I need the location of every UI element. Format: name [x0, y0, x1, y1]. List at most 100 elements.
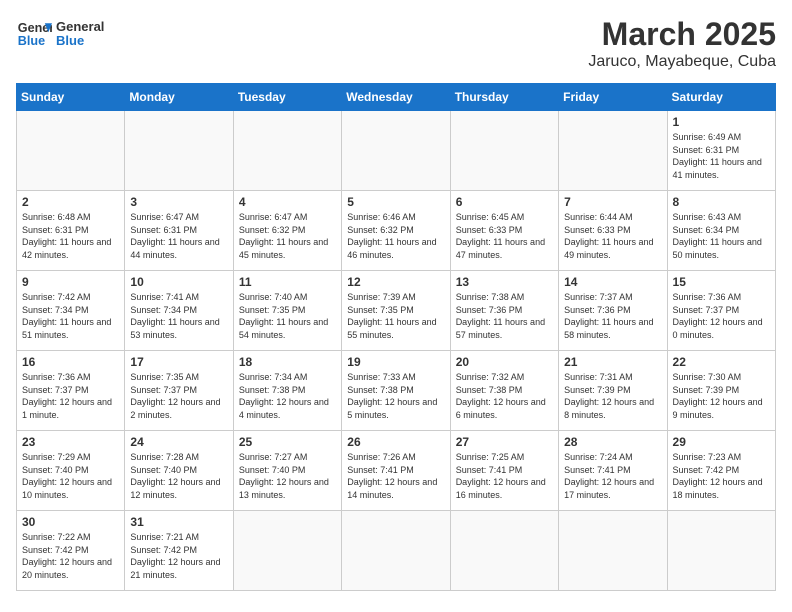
- calendar-cell: 26 Sunrise: 7:26 AM Sunset: 7:41 PM Dayli…: [342, 431, 450, 511]
- logo-icon: General Blue: [16, 16, 52, 52]
- calendar-cell: [342, 511, 450, 591]
- day-info: Sunrise: 6:46 AM Sunset: 6:32 PM Dayligh…: [347, 211, 444, 261]
- calendar-cell: 8Sunrise: 6:43 AM Sunset: 6:34 PM Daylig…: [667, 191, 775, 271]
- day-info: Sunrise: 7:27 AM Sunset: 7:40 PM Dayligh…: [239, 451, 336, 501]
- day-number: 17: [130, 355, 227, 369]
- calendar-cell: [450, 111, 558, 191]
- day-number: 3: [130, 195, 227, 209]
- logo-general: General: [56, 20, 104, 34]
- calendar-cell: 4 Sunrise: 6:47 AM Sunset: 6:32 PM Daylig…: [233, 191, 341, 271]
- calendar-cell: 31Sunrise: 7:21 AM Sunset: 7:42 PM Dayli…: [125, 511, 233, 591]
- calendar-cell: [342, 111, 450, 191]
- header-saturday: Saturday: [667, 84, 775, 111]
- day-info: Sunrise: 7:31 AM Sunset: 7:39 PM Dayligh…: [564, 371, 661, 421]
- calendar-cell: 24Sunrise: 7:28 AM Sunset: 7:40 PM Dayli…: [125, 431, 233, 511]
- day-number: 27: [456, 435, 553, 449]
- day-info: Sunrise: 6:45 AM Sunset: 6:33 PM Dayligh…: [456, 211, 553, 261]
- calendar-cell: [233, 111, 341, 191]
- day-info: Sunrise: 6:48 AM Sunset: 6:31 PM Dayligh…: [22, 211, 119, 261]
- calendar-cell: [667, 511, 775, 591]
- day-number: 9: [22, 275, 119, 289]
- calendar-cell: 18 Sunrise: 7:34 AM Sunset: 7:38 PM Dayli…: [233, 351, 341, 431]
- day-number: 25: [239, 435, 336, 449]
- calendar-cell: 23 Sunrise: 7:29 AM Sunset: 7:40 PM Dayli…: [17, 431, 125, 511]
- logo-blue: Blue: [56, 34, 104, 48]
- day-info: Sunrise: 7:22 AM Sunset: 7:42 PM Dayligh…: [22, 531, 119, 581]
- day-number: 31: [130, 515, 227, 529]
- calendar-cell: 30Sunrise: 7:22 AM Sunset: 7:42 PM Dayli…: [17, 511, 125, 591]
- header-thursday: Thursday: [450, 84, 558, 111]
- day-number: 13: [456, 275, 553, 289]
- calendar-cell: 16 Sunrise: 7:36 AM Sunset: 7:37 PM Dayli…: [17, 351, 125, 431]
- calendar-cell: 14 Sunrise: 7:37 AM Sunset: 7:36 PM Dayli…: [559, 271, 667, 351]
- day-info: Sunrise: 6:47 AM Sunset: 6:32 PM Dayligh…: [239, 211, 336, 261]
- week-row-5: 23 Sunrise: 7:29 AM Sunset: 7:40 PM Dayli…: [17, 431, 776, 511]
- calendar-cell: 28 Sunrise: 7:24 AM Sunset: 7:41 PM Dayli…: [559, 431, 667, 511]
- day-number: 10: [130, 275, 227, 289]
- header-tuesday: Tuesday: [233, 84, 341, 111]
- calendar-cell: 22Sunrise: 7:30 AM Sunset: 7:39 PM Dayli…: [667, 351, 775, 431]
- day-info: Sunrise: 7:41 AM Sunset: 7:34 PM Dayligh…: [130, 291, 227, 341]
- day-number: 4: [239, 195, 336, 209]
- day-info: Sunrise: 7:36 AM Sunset: 7:37 PM Dayligh…: [22, 371, 119, 421]
- calendar-subtitle: Jaruco, Mayabeque, Cuba: [588, 53, 776, 71]
- day-info: Sunrise: 7:39 AM Sunset: 7:35 PM Dayligh…: [347, 291, 444, 341]
- calendar-cell: 15Sunrise: 7:36 AM Sunset: 7:37 PM Dayli…: [667, 271, 775, 351]
- day-info: Sunrise: 7:42 AM Sunset: 7:34 PM Dayligh…: [22, 291, 119, 341]
- day-info: Sunrise: 7:32 AM Sunset: 7:38 PM Dayligh…: [456, 371, 553, 421]
- calendar-cell: [559, 111, 667, 191]
- day-number: 20: [456, 355, 553, 369]
- calendar-body: 1Sunrise: 6:49 AM Sunset: 6:31 PM Daylig…: [17, 111, 776, 591]
- day-number: 23: [22, 435, 119, 449]
- day-number: 28: [564, 435, 661, 449]
- calendar-cell: [125, 111, 233, 191]
- day-number: 26: [347, 435, 444, 449]
- day-info: Sunrise: 7:34 AM Sunset: 7:38 PM Dayligh…: [239, 371, 336, 421]
- calendar-cell: 5 Sunrise: 6:46 AM Sunset: 6:32 PM Daylig…: [342, 191, 450, 271]
- day-info: Sunrise: 7:40 AM Sunset: 7:35 PM Dayligh…: [239, 291, 336, 341]
- day-number: 14: [564, 275, 661, 289]
- day-info: Sunrise: 7:26 AM Sunset: 7:41 PM Dayligh…: [347, 451, 444, 501]
- header-friday: Friday: [559, 84, 667, 111]
- day-number: 22: [673, 355, 770, 369]
- week-row-3: 9 Sunrise: 7:42 AM Sunset: 7:34 PM Daylig…: [17, 271, 776, 351]
- day-info: Sunrise: 7:35 AM Sunset: 7:37 PM Dayligh…: [130, 371, 227, 421]
- day-number: 5: [347, 195, 444, 209]
- title-section: March 2025 Jaruco, Mayabeque, Cuba: [588, 16, 776, 71]
- day-number: 24: [130, 435, 227, 449]
- calendar-cell: [17, 111, 125, 191]
- day-info: Sunrise: 7:37 AM Sunset: 7:36 PM Dayligh…: [564, 291, 661, 341]
- calendar-table: SundayMondayTuesdayWednesdayThursdayFrid…: [16, 83, 776, 591]
- day-number: 29: [673, 435, 770, 449]
- calendar-cell: 7Sunrise: 6:44 AM Sunset: 6:33 PM Daylig…: [559, 191, 667, 271]
- header-sunday: Sunday: [17, 84, 125, 111]
- calendar-cell: [450, 511, 558, 591]
- day-info: Sunrise: 7:38 AM Sunset: 7:36 PM Dayligh…: [456, 291, 553, 341]
- day-info: Sunrise: 6:43 AM Sunset: 6:34 PM Dayligh…: [673, 211, 770, 261]
- week-row-6: 30Sunrise: 7:22 AM Sunset: 7:42 PM Dayli…: [17, 511, 776, 591]
- day-number: 21: [564, 355, 661, 369]
- day-number: 18: [239, 355, 336, 369]
- calendar-cell: 2Sunrise: 6:48 AM Sunset: 6:31 PM Daylig…: [17, 191, 125, 271]
- day-number: 16: [22, 355, 119, 369]
- day-number: 11: [239, 275, 336, 289]
- day-info: Sunrise: 6:44 AM Sunset: 6:33 PM Dayligh…: [564, 211, 661, 261]
- calendar-cell: 27Sunrise: 7:25 AM Sunset: 7:41 PM Dayli…: [450, 431, 558, 511]
- day-info: Sunrise: 7:33 AM Sunset: 7:38 PM Dayligh…: [347, 371, 444, 421]
- day-info: Sunrise: 7:29 AM Sunset: 7:40 PM Dayligh…: [22, 451, 119, 501]
- calendar-cell: 13 Sunrise: 7:38 AM Sunset: 7:36 PM Dayli…: [450, 271, 558, 351]
- calendar-cell: 10 Sunrise: 7:41 AM Sunset: 7:34 PM Dayli…: [125, 271, 233, 351]
- calendar-cell: 6Sunrise: 6:45 AM Sunset: 6:33 PM Daylig…: [450, 191, 558, 271]
- day-number: 15: [673, 275, 770, 289]
- svg-text:Blue: Blue: [18, 34, 45, 48]
- calendar-cell: 11 Sunrise: 7:40 AM Sunset: 7:35 PM Dayli…: [233, 271, 341, 351]
- calendar-cell: 25 Sunrise: 7:27 AM Sunset: 7:40 PM Dayli…: [233, 431, 341, 511]
- calendar-cell: 29 Sunrise: 7:23 AM Sunset: 7:42 PM Dayli…: [667, 431, 775, 511]
- calendar-cell: 19 Sunrise: 7:33 AM Sunset: 7:38 PM Dayli…: [342, 351, 450, 431]
- day-number: 19: [347, 355, 444, 369]
- day-info: Sunrise: 7:23 AM Sunset: 7:42 PM Dayligh…: [673, 451, 770, 501]
- calendar-cell: 20 Sunrise: 7:32 AM Sunset: 7:38 PM Dayli…: [450, 351, 558, 431]
- day-info: Sunrise: 7:24 AM Sunset: 7:41 PM Dayligh…: [564, 451, 661, 501]
- calendar-cell: 1Sunrise: 6:49 AM Sunset: 6:31 PM Daylig…: [667, 111, 775, 191]
- day-number: 12: [347, 275, 444, 289]
